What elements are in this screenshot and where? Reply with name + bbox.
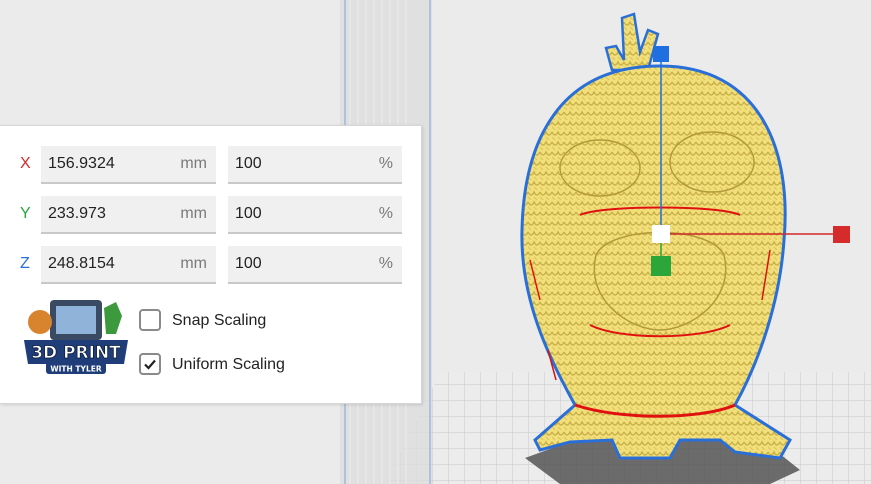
percent-value-y: 100 xyxy=(235,205,262,222)
scale-row-x: X 156.9324 mm 100 % xyxy=(0,146,422,184)
percent-unit-z: % xyxy=(378,255,393,272)
size-value-y: 233.973 xyxy=(48,205,106,222)
svg-text:3D PRINT: 3D PRINT xyxy=(31,343,121,363)
snap-scaling-checkbox[interactable] xyxy=(139,309,161,331)
percent-input-z[interactable]: 100 % xyxy=(228,246,402,284)
percent-input-y[interactable]: 100 % xyxy=(228,196,402,234)
axis-label-x: X xyxy=(20,155,31,172)
axis-label-y: Y xyxy=(20,205,31,222)
percent-value-z: 100 xyxy=(235,255,262,272)
checkmark-icon xyxy=(144,359,156,370)
size-value-x: 156.9324 xyxy=(48,155,115,172)
percent-unit-x: % xyxy=(378,155,393,172)
gizmo-y-handle[interactable] xyxy=(651,256,671,276)
size-unit-z: mm xyxy=(180,255,207,272)
3d-print-with-tyler-logo: 3D PRINT WITH TYLER xyxy=(24,300,128,374)
svg-text:WITH TYLER: WITH TYLER xyxy=(50,365,102,374)
size-value-z: 248.8154 xyxy=(48,255,115,272)
percent-unit-y: % xyxy=(378,205,393,222)
scale-tool-panel: X 156.9324 mm 100 % Y 233.973 mm 100 % Z… xyxy=(0,125,422,404)
axis-label-z: Z xyxy=(20,255,30,272)
gizmo-z-handle[interactable] xyxy=(653,46,669,62)
uniform-scaling-checkbox[interactable] xyxy=(139,353,161,375)
scale-row-z: Z 248.8154 mm 100 % xyxy=(0,246,422,284)
scale-row-y: Y 233.973 mm 100 % xyxy=(0,196,422,234)
size-input-x[interactable]: 156.9324 mm xyxy=(41,146,216,184)
gizmo-x-handle[interactable] xyxy=(833,226,850,243)
size-input-y[interactable]: 233.973 mm xyxy=(41,196,216,234)
percent-value-x: 100 xyxy=(235,155,262,172)
snap-scaling-label: Snap Scaling xyxy=(172,312,267,329)
gizmo-center-handle[interactable] xyxy=(652,225,670,243)
size-unit-x: mm xyxy=(180,155,207,172)
uniform-scaling-label: Uniform Scaling xyxy=(172,356,285,373)
size-input-z[interactable]: 248.8154 mm xyxy=(41,246,216,284)
size-unit-y: mm xyxy=(180,205,207,222)
percent-input-x[interactable]: 100 % xyxy=(228,146,402,184)
